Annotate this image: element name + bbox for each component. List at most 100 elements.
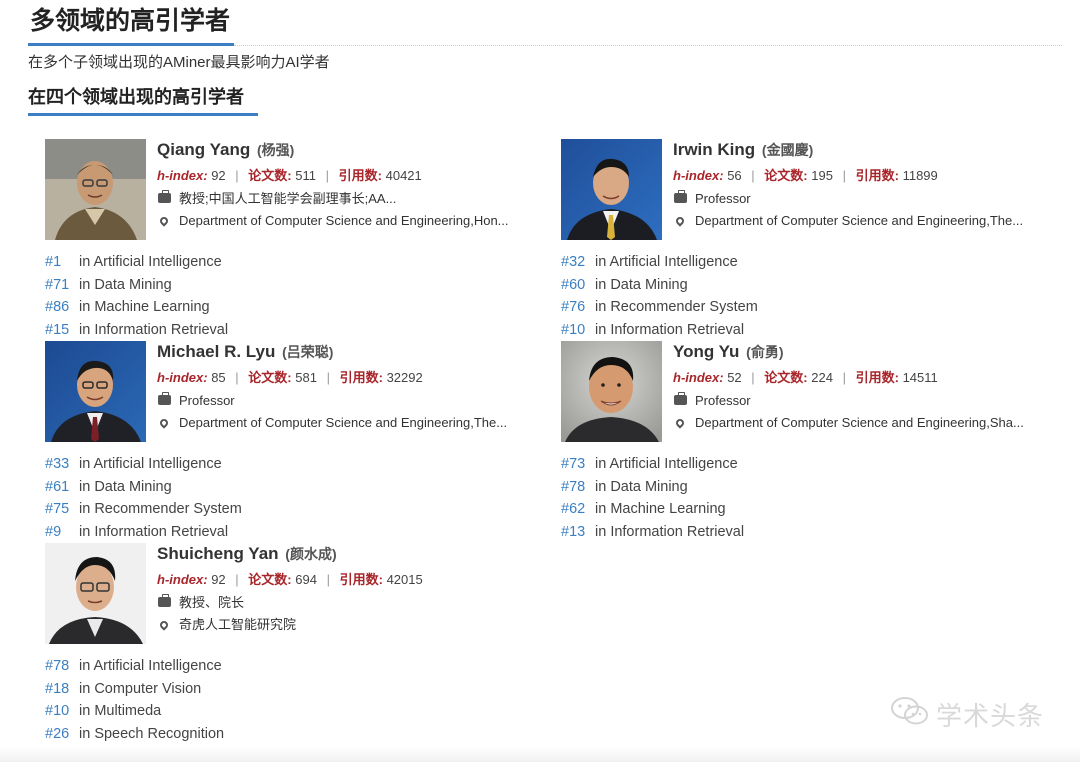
rank-list: #73 in Artificial Intelligence #78 in Data… — [561, 453, 1041, 543]
scholar-chinese-name: (杨强) — [256, 142, 295, 158]
affiliation-text: Department of Computer Science and Engin… — [695, 213, 1024, 228]
rank-number[interactable]: #32 — [561, 251, 595, 274]
scholar-name-line: Qiang Yang (杨强) — [157, 139, 537, 161]
papers-value: 224 — [811, 370, 833, 385]
papers-value: 581 — [295, 370, 317, 385]
rank-number[interactable]: #75 — [45, 498, 79, 521]
rank-number[interactable]: #33 — [45, 453, 79, 476]
rank-number[interactable]: #18 — [45, 678, 79, 701]
scholar-stats: h-index: 85 | 论文数: 581 | 引用数: 32292 — [157, 369, 537, 387]
scholar-position: Professor — [157, 392, 537, 410]
rank-item[interactable]: #26 in Speech Recognition — [45, 723, 525, 746]
stat-separator: | — [326, 370, 330, 385]
scholar-name[interactable]: Yong Yu — [673, 342, 739, 361]
position-text: Professor — [695, 393, 751, 408]
scholar-photo[interactable] — [561, 341, 662, 442]
rank-item[interactable]: #10 in Multimeda — [45, 700, 525, 723]
rank-item[interactable]: #62 in Machine Learning — [561, 498, 1041, 521]
rank-item[interactable]: #86 in Machine Learning — [45, 296, 525, 319]
rank-number[interactable]: #13 — [561, 521, 595, 544]
scholar-name[interactable]: Qiang Yang — [157, 140, 250, 159]
rank-field: in Information Retrieval — [79, 321, 229, 338]
stat-separator: | — [326, 572, 330, 587]
citations-label: 引用数: — [339, 572, 383, 587]
stat-separator: | — [751, 370, 755, 385]
rank-item[interactable]: #75 in Recommender System — [45, 498, 525, 521]
rank-number[interactable]: #76 — [561, 296, 595, 319]
rank-field: in Computer Vision — [79, 680, 202, 697]
rank-item[interactable]: #15 in Information Retrieval — [45, 319, 525, 342]
section-header: 在四个领域出现的高引学者 — [28, 84, 258, 116]
scholar-photo[interactable] — [561, 139, 662, 240]
rank-item[interactable]: #18 in Computer Vision — [45, 678, 525, 701]
rank-item[interactable]: #1 in Artificial Intelligence — [45, 251, 525, 274]
scholar-name-line: Shuicheng Yan (颜水成) — [157, 543, 537, 565]
rank-item[interactable]: #33 in Artificial Intelligence — [45, 453, 525, 476]
rank-number[interactable]: #71 — [45, 274, 79, 297]
scholar-info: Qiang Yang (杨强) h-index: 92 | 论文数: 511 |… — [157, 139, 537, 230]
scholar-name[interactable]: Shuicheng Yan — [157, 544, 279, 563]
hindex-value: 92 — [211, 168, 226, 183]
rank-item[interactable]: #76 in Recommender System — [561, 296, 1041, 319]
briefcase-icon — [673, 190, 687, 208]
scholar-name-line: Michael R. Lyu (吕荣聪) — [157, 341, 537, 363]
citations-value: 11899 — [902, 168, 938, 183]
rank-item[interactable]: #10 in Information Retrieval — [561, 319, 1041, 342]
scholar-position: 教授;中国人工智能学会副理事长;AA... — [157, 190, 537, 208]
rank-field: in Data Mining — [79, 478, 172, 495]
rank-field: in Machine Learning — [595, 501, 726, 517]
rank-field: in Data Mining — [595, 478, 688, 495]
rank-list: #32 in Artificial Intelligence #60 in Data… — [561, 251, 1041, 341]
rank-item[interactable]: #78 in Artificial Intelligence — [45, 655, 525, 678]
rank-item[interactable]: #60 in Data Mining — [561, 274, 1041, 297]
scholar-affiliation: 奇虎人工智能研究院 — [157, 616, 537, 634]
rank-number[interactable]: #1 — [45, 251, 79, 274]
rank-item[interactable]: #9 in Information Retrieval — [45, 521, 525, 544]
rank-item[interactable]: #71 in Data Mining — [45, 274, 525, 297]
rank-field: in Recommender System — [79, 501, 242, 517]
rank-number[interactable]: #60 — [561, 274, 595, 297]
stat-separator: | — [842, 370, 846, 385]
rank-number[interactable]: #10 — [561, 319, 595, 342]
rank-number[interactable]: #78 — [45, 655, 79, 678]
scholar-position: 教授、院长 — [157, 594, 537, 612]
stat-separator: | — [235, 572, 239, 587]
rank-number[interactable]: #26 — [45, 723, 79, 746]
page-header: 多领域的高引学者 — [28, 2, 1062, 46]
rank-item[interactable]: #78 in Data Mining — [561, 476, 1041, 499]
rank-number[interactable]: #73 — [561, 453, 595, 476]
rank-field: in Recommender System — [595, 299, 758, 315]
rank-number[interactable]: #61 — [45, 476, 79, 499]
map-pin-icon — [157, 616, 171, 634]
position-text: 教授;中国人工智能学会副理事长;AA... — [179, 191, 397, 206]
rank-number[interactable]: #78 — [561, 476, 595, 499]
rank-number[interactable]: #9 — [45, 521, 79, 544]
stat-separator: | — [751, 168, 755, 183]
hindex-value: 85 — [211, 370, 226, 385]
scholar-photo[interactable] — [45, 543, 146, 644]
rank-field: in Information Retrieval — [79, 523, 229, 540]
scholar-photo[interactable] — [45, 341, 146, 442]
scholar-name[interactable]: Michael R. Lyu — [157, 342, 275, 361]
scholar-photo[interactable] — [45, 139, 146, 240]
hindex-label: h-index: — [157, 572, 208, 587]
rank-field: in Artificial Intelligence — [79, 456, 222, 472]
title-underline — [28, 43, 234, 46]
rank-number[interactable]: #86 — [45, 296, 79, 319]
position-text: 教授、院长 — [179, 595, 245, 610]
position-text: Professor — [695, 191, 751, 206]
briefcase-icon — [157, 594, 171, 612]
stat-separator: | — [325, 168, 330, 183]
rank-number[interactable]: #15 — [45, 319, 79, 342]
briefcase-icon — [157, 392, 171, 410]
affiliation-text: 奇虎人工智能研究院 — [179, 617, 297, 632]
title-divider — [234, 45, 1062, 46]
rank-number[interactable]: #10 — [45, 700, 79, 723]
scholar-chinese-name: (金國慶) — [761, 142, 814, 158]
rank-item[interactable]: #73 in Artificial Intelligence — [561, 453, 1041, 476]
rank-item[interactable]: #61 in Data Mining — [45, 476, 525, 499]
rank-number[interactable]: #62 — [561, 498, 595, 521]
rank-item[interactable]: #13 in Information Retrieval — [561, 521, 1041, 544]
rank-item[interactable]: #32 in Artificial Intelligence — [561, 251, 1041, 274]
scholar-name[interactable]: Irwin King — [673, 140, 755, 159]
